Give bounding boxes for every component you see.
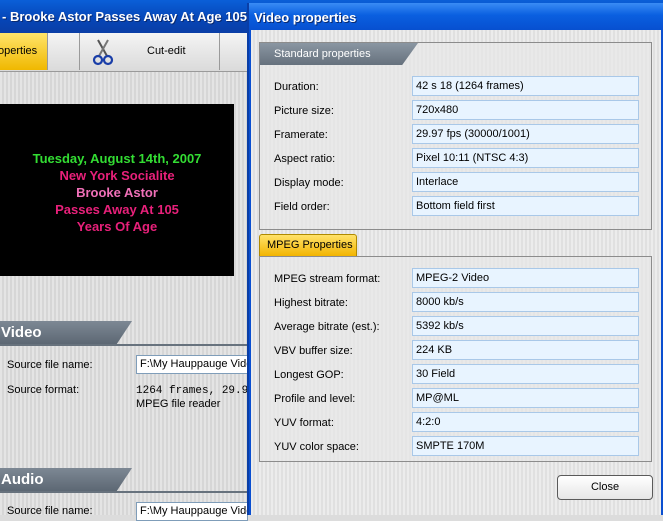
field-order-label: Field order: [274, 201, 330, 213]
video-source-file-label: Source file name: [7, 359, 93, 371]
audio-source-file-label: Source file name: [7, 505, 93, 517]
vbv-buffer-size-field[interactable]: 224 KB [412, 340, 639, 360]
preview-line-1: Tuesday, August 14th, 2007 [32, 151, 202, 166]
video-source-format-line2: MPEG file reader [136, 398, 221, 410]
cut-edit-button-label: Cut-edit [147, 45, 186, 57]
aspect-ratio-label: Aspect ratio: [274, 153, 336, 165]
framerate-label: Framerate: [274, 129, 328, 141]
preview-line-5: Years Of Age [76, 219, 158, 234]
preview-line-2: New York Socialite [59, 168, 175, 183]
duration-label: Duration: [274, 81, 319, 93]
mpeg-stream-format-field[interactable]: MPEG-2 Video [412, 268, 639, 288]
mpeg-stream-format-label: MPEG stream format: [274, 273, 381, 285]
properties-toolbar-button[interactable]: operties [0, 33, 48, 70]
profile-level-label: Profile and level: [274, 393, 356, 405]
background-window-title: - Brooke Astor Passes Away At Age 105 [2, 9, 247, 24]
audio-section-title: Audio [1, 471, 44, 488]
yuv-format-field[interactable]: 4:2:0 [412, 412, 639, 432]
tab-mpeg-properties[interactable]: MPEG Properties [259, 234, 357, 256]
dialog-title: Video properties [254, 10, 357, 25]
video-section-header: Video [0, 321, 132, 345]
duration-field[interactable]: 42 s 18 (1264 frames) [412, 76, 639, 96]
vbv-buffer-size-label: VBV buffer size: [274, 345, 353, 357]
yuv-color-space-label: YUV color space: [274, 441, 359, 453]
yuv-format-label: YUV format: [274, 417, 334, 429]
average-bitrate-label: Average bitrate (est.): [274, 321, 380, 333]
highest-bitrate-field[interactable]: 8000 kb/s [412, 292, 639, 312]
longest-gop-field[interactable]: 30 Field [412, 364, 639, 384]
profile-level-field[interactable]: MP@ML [412, 388, 639, 408]
framerate-field[interactable]: 29.97 fps (30000/1001) [412, 124, 639, 144]
video-section-title: Video [1, 324, 42, 341]
tab-standard-properties[interactable]: Standard properties [260, 43, 418, 65]
standard-properties-group: Standard properties Duration: 42 s 18 (1… [259, 42, 652, 230]
video-preview[interactable]: Tuesday, August 14th, 2007 New York Soci… [0, 104, 234, 276]
audio-section-divider [0, 491, 248, 493]
longest-gop-label: Longest GOP: [274, 369, 344, 381]
scissors-icon [92, 39, 114, 66]
highest-bitrate-label: Highest bitrate: [274, 297, 348, 309]
display-mode-field[interactable]: Interlace [412, 172, 639, 192]
picture-size-field[interactable]: 720x480 [412, 100, 639, 120]
aspect-ratio-field[interactable]: Pixel 10:11 (NTSC 4:3) [412, 148, 639, 168]
yuv-color-space-field[interactable]: SMPTE 170M [412, 436, 639, 456]
video-source-file-field[interactable]: F:\My Hauppauge Vide [136, 355, 248, 374]
audio-source-file-field[interactable]: F:\My Hauppauge Vide [136, 502, 248, 521]
close-button[interactable]: Close [557, 475, 653, 500]
preview-line-3: Brooke Astor [76, 185, 158, 200]
video-source-format-label: Source format: [7, 384, 80, 396]
video-section-divider [0, 344, 248, 346]
mpeg-properties-group: MPEG stream format: MPEG-2 Video Highest… [259, 256, 652, 462]
cut-edit-toolbar-button[interactable]: Cut-edit [80, 33, 220, 70]
dialog-body: Standard properties Duration: 42 s 18 (1… [251, 30, 661, 515]
display-mode-label: Display mode: [274, 177, 344, 189]
average-bitrate-field[interactable]: 5392 kb/s [412, 316, 639, 336]
mpeg-properties-tab-label: MPEG Properties [267, 239, 353, 251]
picture-size-label: Picture size: [274, 105, 334, 117]
audio-section-header: Audio [0, 468, 132, 492]
properties-button-label: operties [0, 45, 38, 57]
video-properties-dialog: Video properties Standard properties Dur… [247, 3, 663, 515]
dialog-title-bar[interactable]: Video properties [249, 3, 663, 30]
standard-properties-tab-label: Standard properties [274, 48, 371, 60]
field-order-field[interactable]: Bottom field first [412, 196, 639, 216]
toolbar-button-blank[interactable] [48, 33, 80, 70]
preview-line-4: Passes Away At 105 [55, 202, 179, 217]
